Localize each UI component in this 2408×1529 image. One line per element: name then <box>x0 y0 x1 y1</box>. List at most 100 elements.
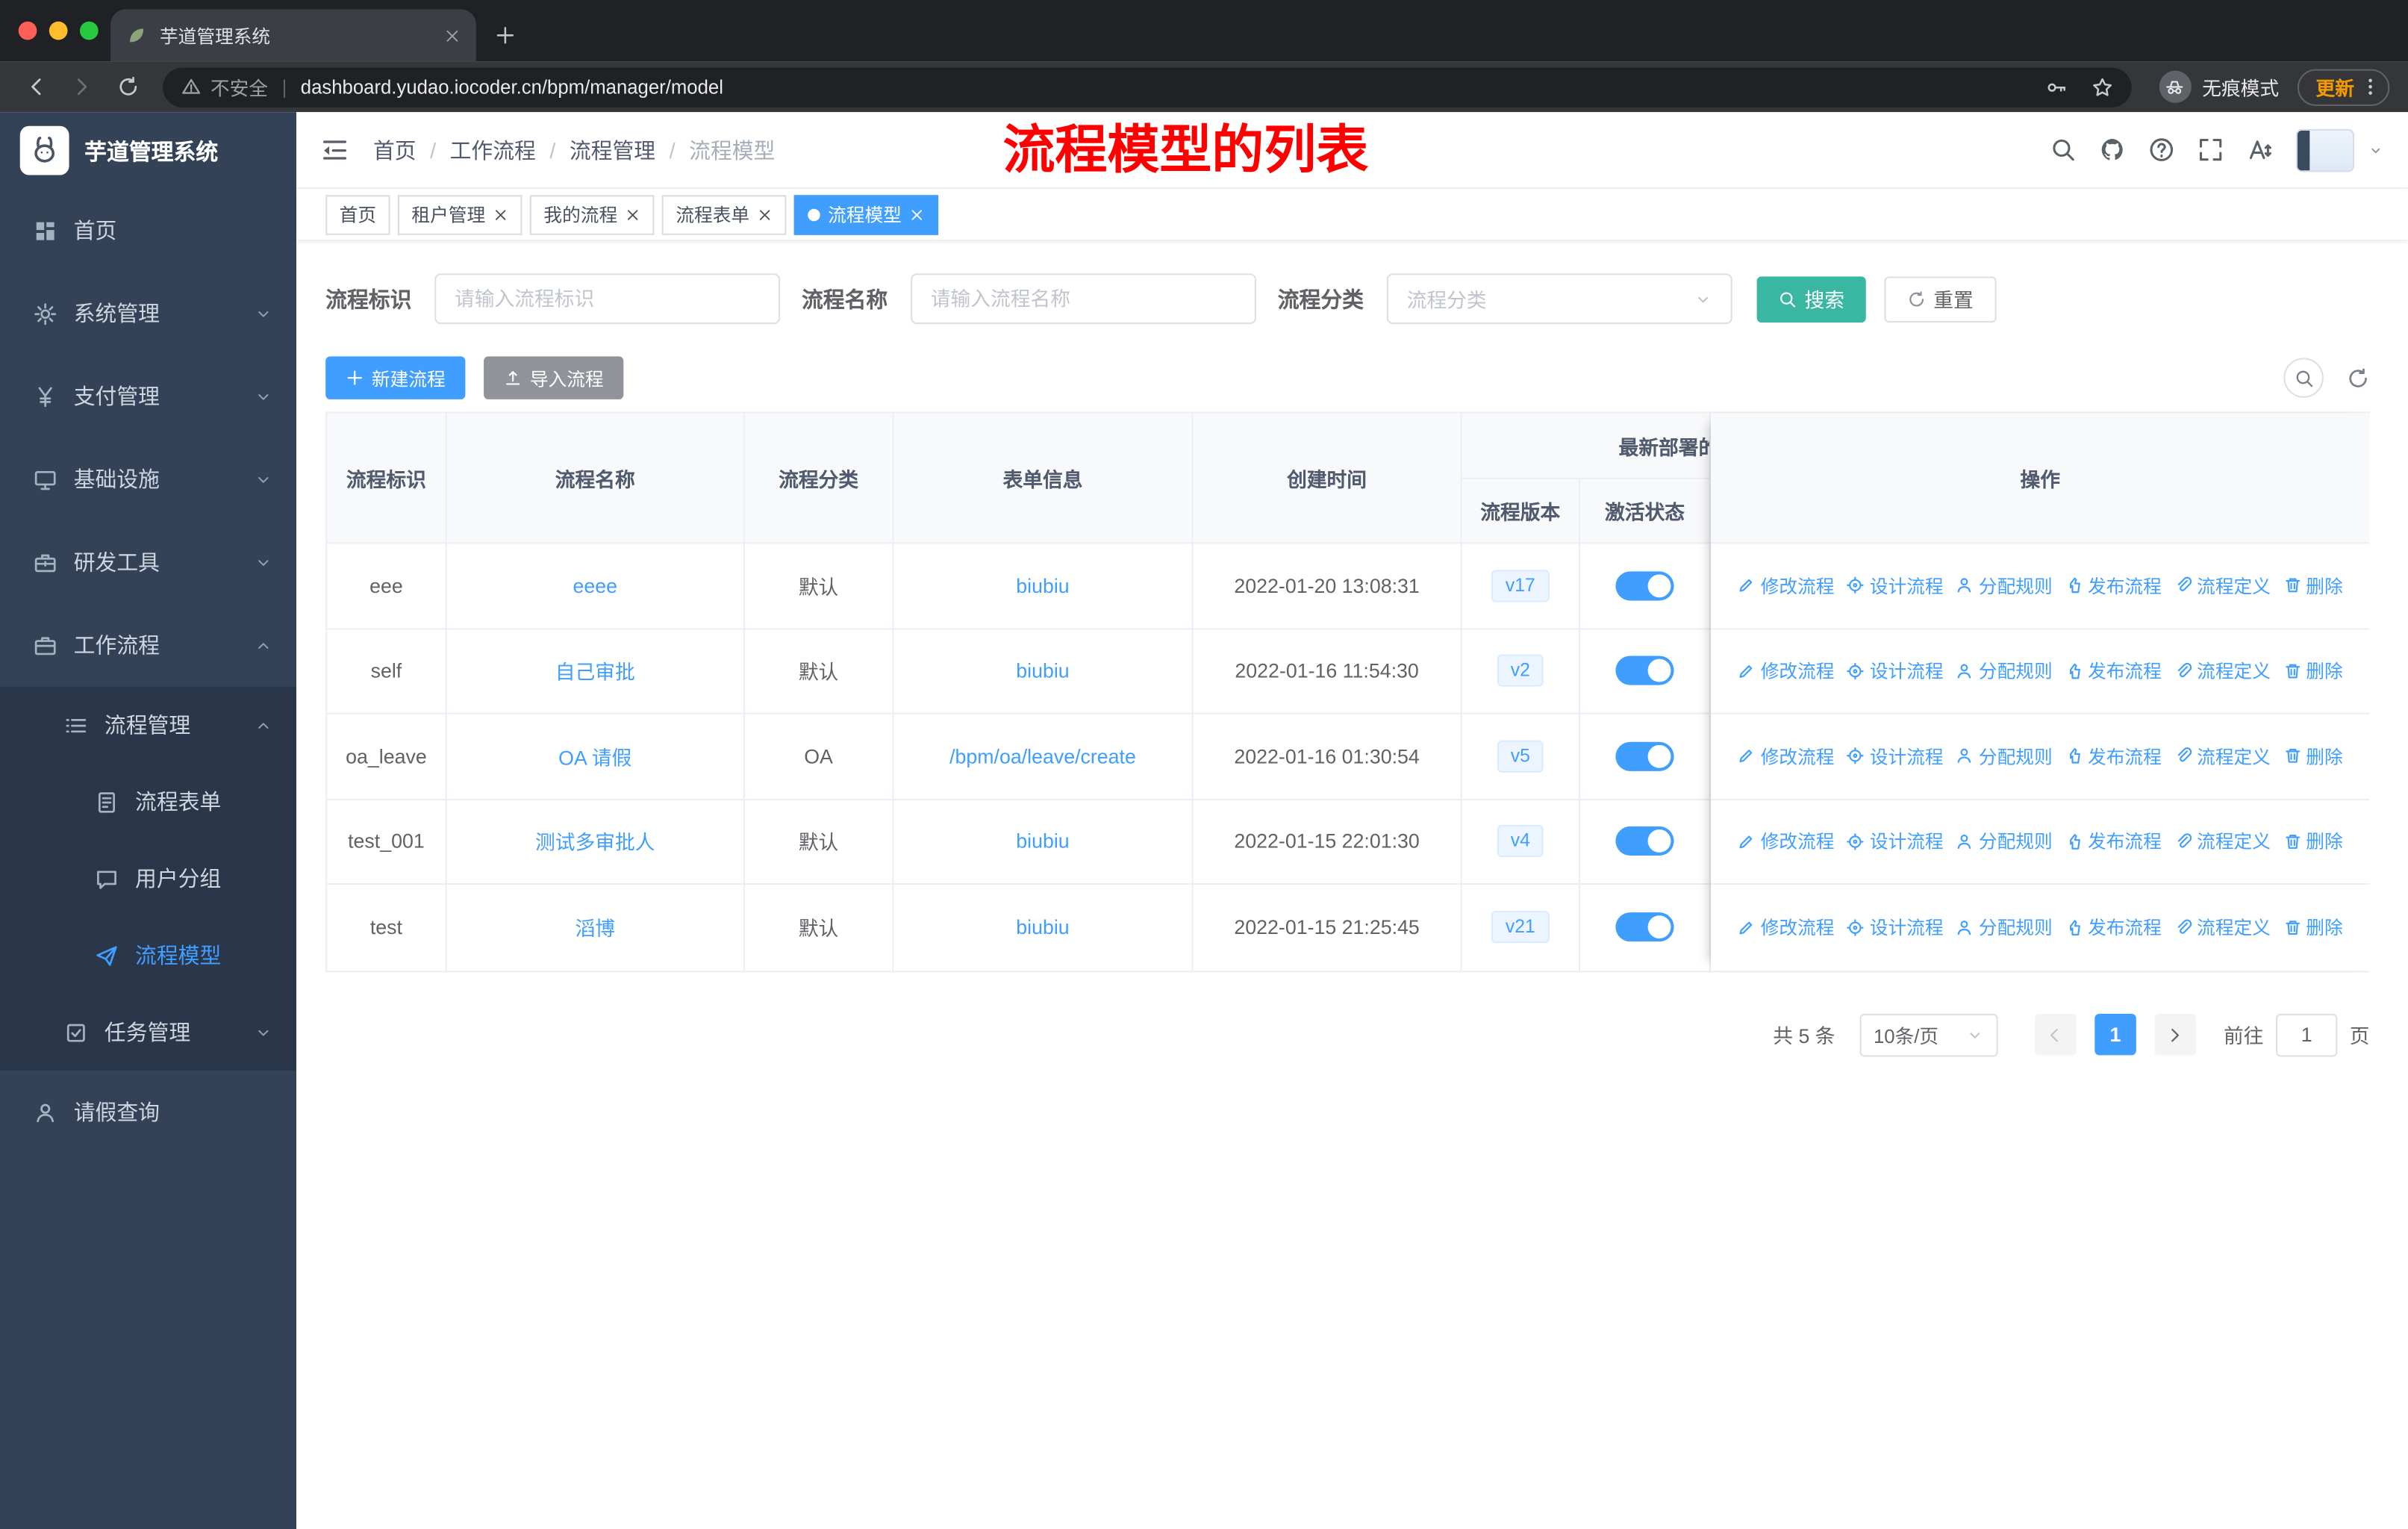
refresh-table-button[interactable] <box>2347 367 2370 390</box>
back-button[interactable] <box>16 75 55 99</box>
app-logo[interactable]: 芋道管理系统 <box>0 112 296 189</box>
assign-link[interactable]: 分配规则 <box>1956 828 2053 854</box>
form-info-link[interactable]: biubiu <box>1016 574 1069 597</box>
password-key-icon[interactable] <box>2045 76 2067 98</box>
sidebar-item-workflow[interactable]: 工作流程 <box>0 604 296 687</box>
new-tab-button[interactable] <box>494 25 516 46</box>
design-link[interactable]: 设计流程 <box>1847 915 1944 941</box>
process-name-link[interactable]: 滔博 <box>575 913 615 942</box>
process-name-link[interactable]: 测试多审批人 <box>535 826 655 856</box>
close-icon[interactable] <box>493 207 508 222</box>
definition-link[interactable]: 流程定义 <box>2174 828 2271 854</box>
fullscreen-icon[interactable] <box>2198 137 2224 163</box>
create-process-button[interactable]: 新建流程 <box>325 356 466 399</box>
edit-link[interactable]: 修改流程 <box>1738 658 1835 684</box>
sidebar-item-task-manage[interactable]: 任务管理 <box>0 994 297 1071</box>
sidebar-item-payment[interactable]: 支付管理 <box>0 355 296 437</box>
design-link[interactable]: 设计流程 <box>1847 828 1944 854</box>
forward-button[interactable] <box>61 75 101 99</box>
publish-link[interactable]: 发布流程 <box>2065 573 2162 599</box>
version-badge[interactable]: v17 <box>1491 569 1550 602</box>
browser-update-button[interactable]: 更新 <box>2297 68 2390 105</box>
view-tag[interactable]: 我的流程 <box>529 194 655 234</box>
view-tag[interactable]: 流程模型 <box>793 194 939 234</box>
delete-link[interactable]: 删除 <box>2283 743 2343 769</box>
design-link[interactable]: 设计流程 <box>1847 743 1944 769</box>
help-icon[interactable] <box>2148 137 2174 163</box>
view-tag[interactable]: 租户管理 <box>397 194 523 234</box>
edit-link[interactable]: 修改流程 <box>1738 828 1835 854</box>
active-toggle[interactable] <box>1615 912 1674 942</box>
definition-link[interactable]: 流程定义 <box>2174 573 2271 599</box>
form-info-link[interactable]: /bpm/oa/leave/create <box>949 744 1136 767</box>
process-name-link[interactable]: 自己审批 <box>555 656 635 685</box>
definition-link[interactable]: 流程定义 <box>2174 743 2271 769</box>
browser-menu-icon[interactable] <box>2360 77 2380 97</box>
page-1-button[interactable]: 1 <box>2094 1013 2136 1056</box>
sidebar-item-process-form[interactable]: 流程表单 <box>0 763 297 841</box>
design-link[interactable]: 设计流程 <box>1847 573 1944 599</box>
page-size-select[interactable]: 10条/页 <box>1859 1012 1998 1056</box>
delete-link[interactable]: 删除 <box>2283 573 2343 599</box>
font-size-icon[interactable] <box>2247 137 2273 163</box>
close-icon[interactable] <box>625 207 640 222</box>
address-bar[interactable]: 不安全 | dashboard.yudao.iocoder.cn/bpm/man… <box>163 66 2132 107</box>
publish-link[interactable]: 发布流程 <box>2065 828 2162 854</box>
header-search-icon[interactable] <box>2050 137 2077 163</box>
process-name-link[interactable]: eeee <box>573 574 617 597</box>
delete-link[interactable]: 删除 <box>2283 828 2343 854</box>
view-tag[interactable]: 首页 <box>325 194 390 234</box>
sidebar-item-gear[interactable]: 系统管理 <box>0 272 296 355</box>
search-button[interactable]: 搜索 <box>1756 275 1866 323</box>
edit-link[interactable]: 修改流程 <box>1738 573 1835 599</box>
breadcrumb-item[interactable]: 工作流程 <box>450 134 536 165</box>
active-toggle[interactable] <box>1615 826 1674 856</box>
assign-link[interactable]: 分配规则 <box>1956 915 2053 941</box>
edit-link[interactable]: 修改流程 <box>1738 743 1835 769</box>
browser-tab[interactable]: 芋道管理系统 <box>110 9 476 62</box>
publish-link[interactable]: 发布流程 <box>2065 658 2162 684</box>
definition-link[interactable]: 流程定义 <box>2174 658 2271 684</box>
active-toggle[interactable] <box>1615 570 1674 600</box>
category-select[interactable]: 流程分类 <box>1386 273 1732 325</box>
breadcrumb-item[interactable]: 流程管理 <box>570 134 655 165</box>
assign-link[interactable]: 分配规则 <box>1956 658 2053 684</box>
github-icon[interactable] <box>2099 137 2125 163</box>
close-icon[interactable] <box>757 207 773 222</box>
toggle-search-button[interactable] <box>2283 358 2324 398</box>
version-badge[interactable]: v2 <box>1497 654 1544 688</box>
version-badge[interactable]: v21 <box>1491 911 1550 944</box>
view-tag[interactable]: 流程表单 <box>661 194 787 234</box>
prev-page-button[interactable] <box>2034 1013 2077 1056</box>
form-info-link[interactable]: biubiu <box>1016 659 1069 682</box>
process-name-input[interactable] <box>911 273 1256 325</box>
sidebar-collapse-button[interactable] <box>321 136 349 164</box>
avatar-caret-icon[interactable] <box>2368 142 2384 158</box>
delete-link[interactable]: 删除 <box>2283 658 2343 684</box>
reload-button[interactable] <box>107 75 147 99</box>
active-toggle[interactable] <box>1615 656 1674 686</box>
sidebar-item-home[interactable]: 首页 <box>0 189 296 272</box>
next-page-button[interactable] <box>2154 1013 2197 1056</box>
assign-link[interactable]: 分配规则 <box>1956 743 2053 769</box>
version-badge[interactable]: v5 <box>1497 740 1544 773</box>
form-info-link[interactable]: biubiu <box>1016 830 1069 853</box>
publish-link[interactable]: 发布流程 <box>2065 743 2162 769</box>
sidebar-item-leave-query[interactable]: 请假查询 <box>0 1071 296 1153</box>
reset-button[interactable]: 重置 <box>1884 275 1997 323</box>
version-badge[interactable]: v4 <box>1497 825 1544 858</box>
process-name-link[interactable]: OA 请假 <box>558 741 631 770</box>
edit-link[interactable]: 修改流程 <box>1738 915 1835 941</box>
avatar[interactable] <box>2295 128 2354 172</box>
delete-link[interactable]: 删除 <box>2283 915 2343 941</box>
goto-page-input[interactable]: 1 <box>2276 1012 2338 1056</box>
sidebar-item-process-model[interactable]: 流程模型 <box>0 917 297 994</box>
form-info-link[interactable]: biubiu <box>1016 916 1069 939</box>
active-toggle[interactable] <box>1615 741 1674 771</box>
zoom-window-button[interactable] <box>79 21 99 40</box>
sidebar-item-infra[interactable]: 基础设施 <box>0 437 296 520</box>
bookmark-star-icon[interactable] <box>2092 76 2113 98</box>
close-window-button[interactable] <box>18 21 37 40</box>
publish-link[interactable]: 发布流程 <box>2065 915 2162 941</box>
sidebar-item-devtools[interactable]: 研发工具 <box>0 520 296 603</box>
